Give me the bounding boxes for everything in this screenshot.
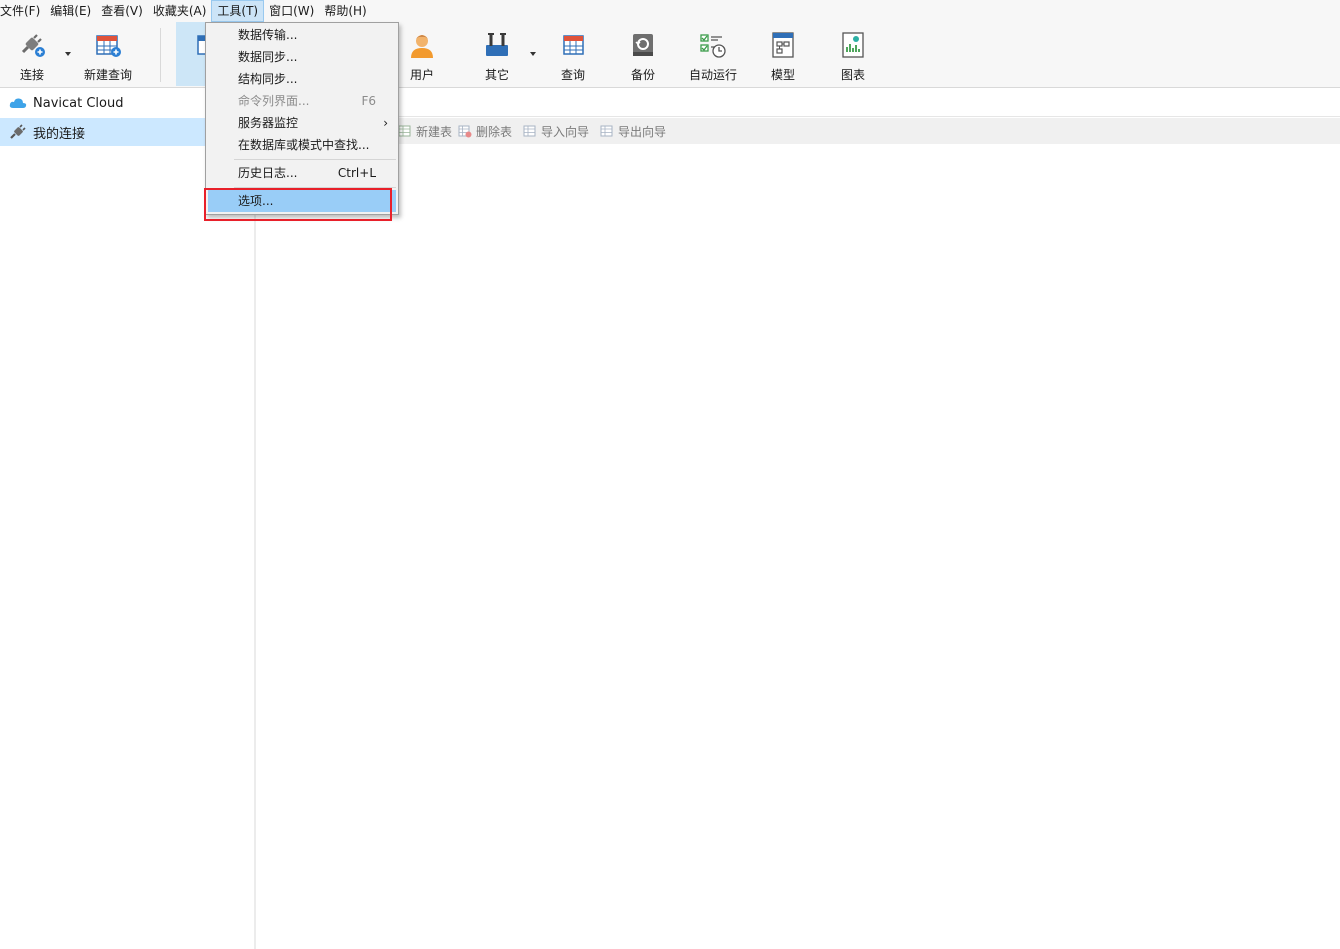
new-table-button[interactable]: 新建表	[398, 122, 452, 140]
autorun-icon	[700, 34, 726, 58]
menu-item-label: 数据传输...	[238, 28, 298, 42]
delete-table-label: 删除表	[476, 124, 513, 139]
object-toolbar: 新建表 删除表 导入向导 导出向导	[258, 118, 1340, 144]
main-toolbar: 连接 新建查询 用户 其它 查询 备份 自动运行 模型 图表	[0, 22, 1340, 88]
connect-label: 连接	[19, 68, 44, 82]
import-wizard-label: 导入向导	[541, 124, 590, 139]
model-button[interactable]: 模型	[759, 22, 807, 86]
new-query-icon	[96, 35, 121, 57]
query-button[interactable]: 查询	[549, 22, 597, 86]
tools-menu-dropdown: 数据传输... 数据同步... 结构同步... 命令列界面... F6 服务器监…	[205, 22, 399, 215]
menu-file[interactable]: 文件(F)	[0, 0, 45, 22]
autorun-label: 自动运行	[688, 68, 737, 82]
toolbar-separator	[160, 28, 161, 82]
connect-button[interactable]: 连接	[8, 22, 56, 86]
new-query-label: 新建查询	[83, 68, 132, 82]
model-label: 模型	[770, 68, 795, 82]
submenu-arrow-icon: ›	[383, 116, 388, 130]
new-table-icon	[398, 125, 411, 137]
menu-item-command-line: 命令列界面... F6	[208, 90, 396, 112]
menu-item-label: 数据同步...	[238, 50, 298, 64]
new-query-button[interactable]: 新建查询	[78, 22, 138, 86]
other-dropdown-arrow[interactable]	[530, 52, 536, 56]
menu-bar: 文件(F) 编辑(E) 查看(V) 收藏夹(A) 工具(T) 窗口(W) 帮助(…	[0, 0, 1340, 22]
plug-icon	[10, 124, 26, 139]
table-button[interactable]	[176, 22, 213, 86]
autorun-button[interactable]: 自动运行	[683, 22, 743, 86]
menu-window[interactable]: 窗口(W)	[264, 0, 319, 22]
menu-item-structure-sync[interactable]: 结构同步...	[208, 68, 396, 90]
chart-label: 图表	[840, 68, 865, 82]
menu-favorites[interactable]: 收藏夹(A)	[148, 0, 212, 22]
menu-separator	[234, 159, 396, 160]
menu-item-shortcut: Ctrl+L	[337, 166, 376, 180]
delete-table-icon	[458, 125, 472, 138]
user-icon	[411, 35, 433, 58]
menu-item-server-monitor[interactable]: 服务器监控 ›	[208, 112, 396, 134]
user-button[interactable]: 用户	[398, 22, 446, 86]
backup-label: 备份	[630, 68, 655, 82]
cloud-icon	[9, 98, 27, 108]
import-icon	[523, 125, 536, 137]
connect-dropdown-arrow[interactable]	[65, 52, 71, 56]
menu-item-label: 在数据库或模式中查找...	[238, 138, 370, 152]
highlight-annotation-box	[204, 188, 392, 221]
object-tab-strip	[258, 89, 1340, 117]
new-table-label: 新建表	[416, 124, 453, 139]
query-icon	[563, 35, 584, 55]
menu-item-data-transfer[interactable]: 数据传输...	[208, 24, 396, 46]
backup-button[interactable]: 备份	[619, 22, 667, 86]
menu-help[interactable]: 帮助(H)	[319, 0, 371, 22]
menu-view[interactable]: 查看(V)	[96, 0, 148, 22]
menu-item-label: 历史日志...	[238, 166, 298, 180]
menu-tools[interactable]: 工具(T)	[211, 0, 265, 22]
plug-icon	[21, 34, 45, 57]
query-label: 查询	[560, 68, 585, 82]
model-icon	[772, 32, 794, 58]
tree-item-label: Navicat Cloud	[33, 95, 124, 111]
chart-button[interactable]: 图表	[829, 22, 877, 86]
import-wizard-button[interactable]: 导入向导	[523, 122, 589, 140]
other-button[interactable]: 其它	[473, 22, 521, 86]
delete-table-button[interactable]: 删除表	[458, 122, 512, 140]
other-label: 其它	[484, 68, 509, 82]
tree-item-label: 我的连接	[33, 126, 86, 142]
user-label: 用户	[409, 68, 434, 82]
export-wizard-button[interactable]: 导出向导	[600, 122, 666, 140]
chart-icon	[842, 32, 864, 58]
tools-icon	[486, 33, 508, 56]
menu-item-find-in-database[interactable]: 在数据库或模式中查找...	[208, 134, 396, 156]
export-icon	[600, 125, 613, 137]
menu-edit[interactable]: 编辑(E)	[45, 0, 96, 22]
menu-item-label: 命令列界面...	[238, 94, 310, 108]
menu-item-label: 服务器监控	[238, 116, 299, 130]
backup-icon	[633, 34, 653, 56]
menu-item-data-sync[interactable]: 数据同步...	[208, 46, 396, 68]
menu-item-history-log[interactable]: 历史日志... Ctrl+L	[208, 162, 396, 184]
menu-item-label: 结构同步...	[238, 72, 298, 86]
menu-item-shortcut: F6	[361, 94, 376, 108]
export-wizard-label: 导出向导	[618, 124, 667, 139]
